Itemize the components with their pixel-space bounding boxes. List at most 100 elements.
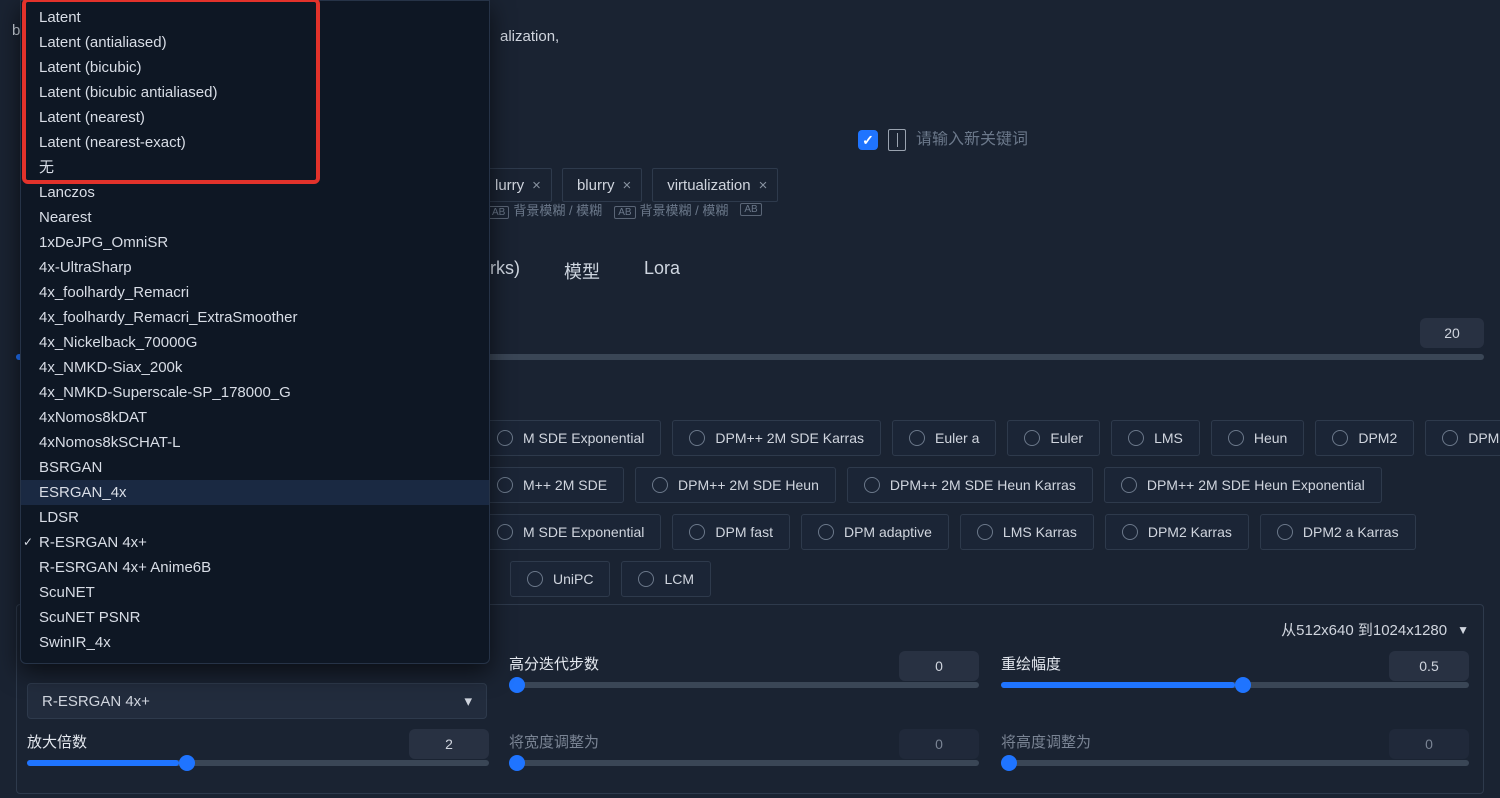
dropdown-item[interactable]: ScuNET PSNR (21, 605, 489, 630)
dropdown-item[interactable]: Latent (nearest-exact) (21, 130, 489, 155)
tag-pill[interactable]: blurry × (562, 168, 642, 202)
sampler-label: LCM (664, 571, 694, 587)
dropdown-item[interactable]: 1xDeJPG_OmniSR (21, 230, 489, 255)
dropdown-item-label: BSRGAN (37, 458, 102, 477)
tab-networks[interactable]: rks) (490, 258, 520, 284)
denoise-value[interactable]: 0.5 (1389, 651, 1469, 681)
sampler-option[interactable]: LMS (1111, 420, 1200, 456)
tab-lora[interactable]: Lora (644, 258, 680, 284)
dropdown-item[interactable]: 4x-UltraSharp (21, 255, 489, 280)
hires-steps-value[interactable]: 0 (899, 651, 979, 681)
keyword-enable-checkbox[interactable]: ✓ (858, 130, 878, 150)
sampler-option[interactable]: DPM2 a (1425, 420, 1500, 456)
sampler-label: M++ 2M SDE (523, 477, 607, 493)
sampler-option[interactable]: DPM++ 2M SDE Karras (672, 420, 881, 456)
sampler-option[interactable]: Euler a (892, 420, 996, 456)
upscaler-dropdown[interactable]: LatentLatent (antialiased)Latent (bicubi… (20, 0, 490, 664)
dropdown-item[interactable]: Latent (bicubic) (21, 55, 489, 80)
sampler-label: LMS Karras (1003, 524, 1077, 540)
close-icon[interactable]: × (622, 177, 631, 194)
sampler-option[interactable]: Euler (1007, 420, 1100, 456)
dropdown-item-label: Nearest (37, 208, 92, 227)
sampler-label: DPM++ 2M SDE Heun Karras (890, 477, 1076, 493)
dropdown-item[interactable]: R-ESRGAN 4x+ Anime6B (21, 555, 489, 580)
scale-value[interactable]: 2 (409, 729, 489, 759)
dropdown-item[interactable]: Lanczos (21, 180, 489, 205)
dropdown-item-label: SwinIR_4x (37, 633, 111, 652)
dropdown-item[interactable]: Nearest (21, 205, 489, 230)
dropdown-item[interactable]: Latent (bicubic antialiased) (21, 80, 489, 105)
radio-icon (689, 430, 705, 446)
radio-icon (497, 430, 513, 446)
radio-icon (818, 524, 834, 540)
sampler-option[interactable]: DPM++ 2M SDE Heun Exponential (1104, 467, 1382, 503)
dropdown-item[interactable]: 4xNomos8kDAT (21, 405, 489, 430)
sampler-option[interactable]: UniPC (510, 561, 610, 597)
param-resize-w: 将宽度调整为 0 (509, 731, 979, 766)
sampler-option[interactable]: M SDE Exponential (480, 420, 661, 456)
dropdown-item[interactable]: 4x_foolhardy_Remacri (21, 280, 489, 305)
tag-pill[interactable]: virtualization × (652, 168, 778, 202)
sampler-option[interactable]: Heun (1211, 420, 1304, 456)
keyword-input[interactable] (916, 131, 1484, 149)
sampler-option[interactable]: DPM fast (672, 514, 790, 550)
dropdown-item[interactable]: 4x_foolhardy_Remacri_ExtraSmoother (21, 305, 489, 330)
dropdown-item[interactable]: BSRGAN (21, 455, 489, 480)
dropdown-item-label: R-ESRGAN 4x+ Anime6B (37, 558, 211, 577)
scale-slider[interactable] (27, 760, 489, 766)
sampler-option[interactable]: LCM (621, 561, 711, 597)
upscaler-select[interactable]: R-ESRGAN 4x+ ▾ (27, 683, 487, 719)
dropdown-item[interactable]: LDSR (21, 505, 489, 530)
denoise-slider[interactable] (1001, 682, 1469, 688)
radio-icon (1277, 524, 1293, 540)
radio-icon (689, 524, 705, 540)
close-icon[interactable]: × (532, 177, 541, 194)
sampler-option[interactable]: DPM++ 2M SDE Heun Karras (847, 467, 1093, 503)
dropdown-item[interactable]: 4x_NMKD-Siax_200k (21, 355, 489, 380)
resize-w-slider[interactable] (509, 760, 979, 766)
sampler-label: DPM++ 2M SDE Heun Exponential (1147, 477, 1365, 493)
resize-h-value[interactable]: 0 (1389, 729, 1469, 759)
dropdown-item[interactable]: ESRGAN_4x (21, 480, 489, 505)
sampler-option[interactable]: DPM2 Karras (1105, 514, 1249, 550)
hires-steps-slider[interactable] (509, 682, 979, 688)
dropdown-item[interactable]: SwinIR_4x (21, 630, 489, 655)
tag-pill[interactable]: lurry × (480, 168, 552, 202)
keyword-row: ✓ (858, 120, 1484, 160)
collapse-icon[interactable]: ▼ (1457, 623, 1469, 637)
sampler-option[interactable]: LMS Karras (960, 514, 1094, 550)
sampler-option[interactable]: DPM2 (1315, 420, 1414, 456)
radio-icon (497, 524, 513, 540)
sampler-label: DPM2 (1358, 430, 1397, 446)
sampler-option[interactable]: DPM adaptive (801, 514, 949, 550)
resize-h-slider[interactable] (1001, 760, 1469, 766)
dropdown-item[interactable]: 无 (21, 155, 489, 180)
dropdown-item[interactable]: Latent (nearest) (21, 105, 489, 130)
dropdown-item[interactable]: 4x_Nickelback_70000G (21, 330, 489, 355)
sampler-option[interactable]: DPM2 a Karras (1260, 514, 1416, 550)
tab-models[interactable]: 模型 (564, 258, 600, 284)
sampler-option[interactable]: M SDE Exponential (480, 514, 661, 550)
steps-value[interactable]: 20 (1420, 318, 1484, 348)
negative-tags: lurry × blurry × virtualization × (480, 168, 778, 202)
dropdown-item[interactable]: Latent (antialiased) (21, 30, 489, 55)
sampler-option[interactable]: DPM++ 2M SDE Heun (635, 467, 836, 503)
text-cursor-icon (888, 129, 906, 151)
dropdown-item[interactable]: 4x_NMKD-Superscale-SP_178000_G (21, 380, 489, 405)
sampler-label: DPM fast (715, 524, 773, 540)
radio-icon (638, 571, 654, 587)
sampler-label: M SDE Exponential (523, 430, 644, 446)
dropdown-item-label: 1xDeJPG_OmniSR (37, 233, 168, 252)
tag-label: virtualization (667, 177, 750, 194)
dropdown-item[interactable]: Latent (21, 5, 489, 30)
close-icon[interactable]: × (759, 177, 768, 194)
dropdown-item-label: LDSR (37, 508, 79, 527)
resize-w-value[interactable]: 0 (899, 729, 979, 759)
dropdown-item[interactable]: ScuNET (21, 580, 489, 605)
dropdown-item[interactable]: ✓R-ESRGAN 4x+ (21, 530, 489, 555)
dropdown-item-label: Latent (nearest-exact) (37, 133, 186, 152)
radio-icon (909, 430, 925, 446)
sampler-option[interactable]: M++ 2M SDE (480, 467, 624, 503)
dropdown-item[interactable]: 4xNomos8kSCHAT-L (21, 430, 489, 455)
upscaler-selected-label: R-ESRGAN 4x+ (42, 693, 150, 710)
